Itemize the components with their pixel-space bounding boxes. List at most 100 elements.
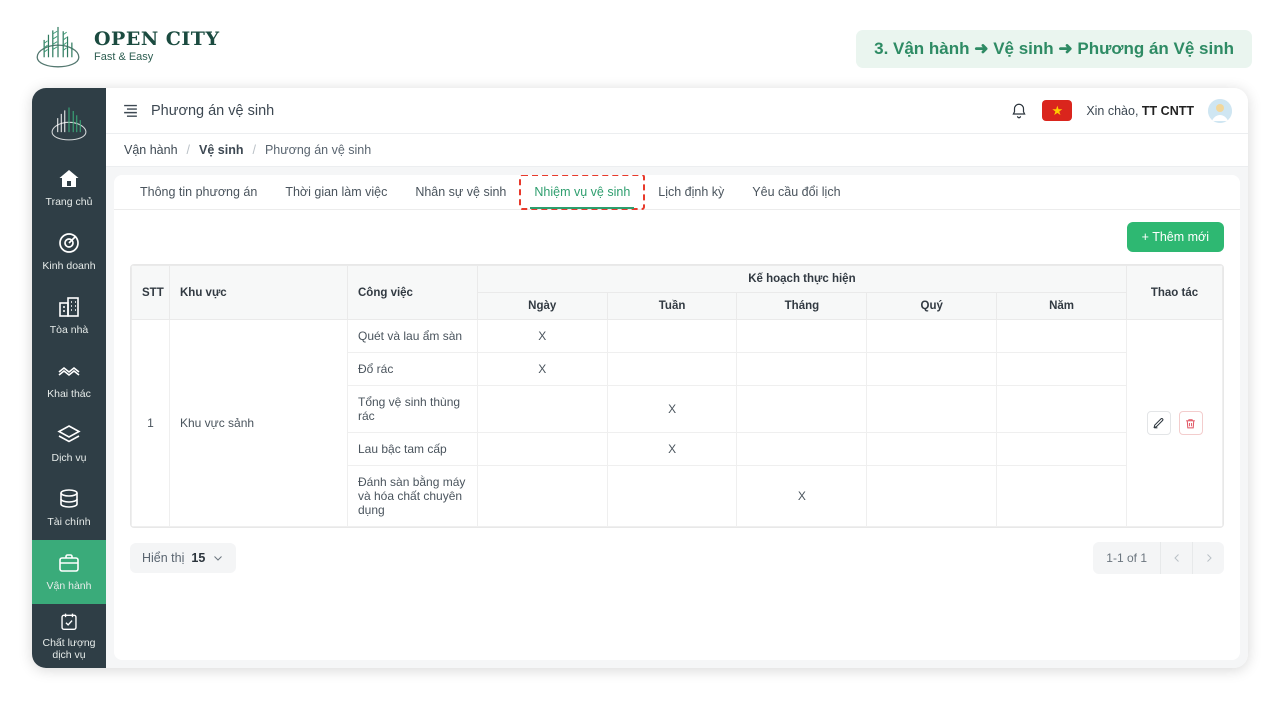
table-toolbar: + Thêm mới [114,210,1240,258]
calendar-check-icon [61,613,77,630]
sidebar-label: Kinh doanh [42,260,96,273]
tab-thoi-gian-lam-viec[interactable]: Thời gian làm việc [271,175,401,209]
cell-quy [866,432,998,466]
sidebar-item-chat-luong-dich-vu[interactable]: Chất lượng dịch vụ [32,604,106,668]
sidebar-item-khai-thac[interactable]: Khai thác [32,348,106,412]
content-card: Thông tin phương án Thời gian làm việc N… [114,175,1240,660]
cell-nam [996,385,1127,433]
edit-row-button[interactable] [1146,411,1171,435]
cell-quy [866,465,998,527]
database-icon [60,489,78,509]
cell-ngay [476,465,608,527]
table-header-row-1: STT Khu vực Công việc Kế hoạch thực hiện… [131,265,1223,320]
breadcrumb-separator: / [252,143,256,157]
app-window: Trang chủ Kinh doanh Tòa nhà Khai thác D… [32,88,1248,668]
sidebar-label: Dịch vụ [51,452,87,465]
sidebar-item-van-hanh[interactable]: Vận hành [32,540,106,604]
page-size-label: Hiển thị [142,551,185,565]
vietnam-flag-icon[interactable]: ★ [1042,100,1073,121]
home-icon [59,170,79,188]
sidebar-item-toa-nha[interactable]: Tòa nhà [32,284,106,348]
brand-title: OPEN CITY [94,27,220,50]
sidebar-item-tai-chinh[interactable]: Tài chính [32,476,106,540]
tasks-table: STT Khu vực Công việc Kế hoạch thực hiện… [131,265,1223,527]
handshake-icon [58,367,80,377]
sidebar-item-kinh-doanh[interactable]: Kinh doanh [32,220,106,284]
cell-nam [996,352,1127,386]
header-ke-hoach-thuc-hien: Kế hoạch thực hiện [476,265,1128,293]
header-ngay: Ngày [476,292,608,320]
tab-yeu-cau-doi-lich[interactable]: Yêu cầu đổi lịch [738,175,854,209]
topbar-actions: ★ Xin chào, TT CNTT [1010,98,1232,123]
cell-ngay: X [476,352,608,386]
header-tuan: Tuần [606,292,738,320]
cell-nam [996,319,1127,353]
cell-tuan [606,352,738,386]
pagination: 1-1 of 1 [1093,542,1224,574]
tab-bar: Thông tin phương án Thời gian làm việc N… [114,175,1240,210]
header-thang: Tháng [736,292,868,320]
table-row[interactable]: 1 Khu vực sảnh Quét và lau ẩm sàn X [131,319,1223,527]
cell-thang [736,432,868,466]
cell-ngay [476,432,608,466]
table-footer: Hiển thị 15 1-1 of 1 [114,528,1240,588]
sidebar-item-trang-chu[interactable]: Trang chủ [32,156,106,220]
sidebar-label: Khai thác [47,388,91,401]
sidebar: Trang chủ Kinh doanh Tòa nhà Khai thác D… [32,88,106,668]
pagination-next-button[interactable] [1192,542,1224,574]
tasks-table-container: STT Khu vực Công việc Kế hoạch thực hiện… [130,264,1224,528]
header-cong-viec: Công việc [347,265,478,320]
header-thao-tac: Thao tác [1126,265,1223,320]
main-area: Phương án vệ sinh ★ Xin chào, TT CNTT Vậ… [106,88,1248,668]
layers-icon [57,425,81,443]
brand-header: OPEN CITY Fast & Easy 3. Vận hành ➜ Vệ s… [0,0,1280,88]
add-new-button[interactable]: + Thêm mới [1126,222,1224,252]
cell-nam [996,465,1127,527]
delete-row-button[interactable] [1178,411,1203,435]
greeting: Xin chào, TT CNTT [1086,104,1194,118]
sidebar-label: Tài chính [47,516,91,529]
cell-stt: 1 [131,319,170,527]
page-size-select[interactable]: Hiển thị 15 [130,543,237,573]
cell-cong-viec: Đánh sàn bằng máy và hóa chất chuyên dụn… [347,465,478,527]
cell-cong-viec: Quét và lau ẩm sàn [347,319,478,353]
pagination-prev-button[interactable] [1160,542,1192,574]
page-size-value: 15 [191,551,206,565]
breadcrumb: Vận hành / Vệ sinh / Phương án vệ sinh [106,134,1248,167]
header-stt: STT [131,265,170,320]
cell-ngay: X [476,319,608,353]
header-nam: Năm [996,292,1127,320]
building-icon [59,297,79,318]
breadcrumb-item-2: Phương án vệ sinh [264,143,372,157]
cell-tuan: X [606,432,738,466]
tab-nhiem-vu-ve-sinh[interactable]: Nhiệm vụ vệ sinh [519,175,646,210]
cell-quy [866,319,998,353]
menu-fold-icon[interactable] [122,102,139,119]
cell-thang [736,319,868,353]
avatar[interactable] [1208,98,1232,123]
sidebar-label: Vận hành [46,580,92,593]
chevron-left-icon [1173,554,1179,562]
bell-icon[interactable] [1010,102,1028,120]
tab-nhan-su-ve-sinh[interactable]: Nhân sự vệ sinh [401,175,520,209]
topbar: Phương án vệ sinh ★ Xin chào, TT CNTT [106,88,1248,134]
brand-tagline: Fast & Easy [94,51,154,64]
brand-logo: OPEN CITY Fast & Easy [32,22,220,70]
tab-lich-dinh-ky[interactable]: Lịch định kỳ [644,175,738,209]
breadcrumb-item-0[interactable]: Vận hành [124,143,178,157]
cell-tuan [606,465,738,527]
pagination-range: 1-1 of 1 [1106,551,1147,565]
cell-tuan: X [606,385,738,433]
breadcrumb-item-1[interactable]: Vệ sinh [199,143,243,157]
sidebar-logo-icon [51,107,87,141]
page-title: Phương án vệ sinh [151,102,275,119]
cell-ngay [476,385,608,433]
cell-thang: X [736,465,868,527]
greeting-prefix: Xin chào, [1086,103,1139,118]
sidebar-item-dich-vu[interactable]: Dịch vụ [32,412,106,476]
tab-thong-tin-phuong-an[interactable]: Thông tin phương án [126,175,271,209]
cell-tuan [606,319,738,353]
cell-nam [996,432,1127,466]
city-skyline-logo-icon [36,26,80,68]
target-icon [59,233,79,254]
